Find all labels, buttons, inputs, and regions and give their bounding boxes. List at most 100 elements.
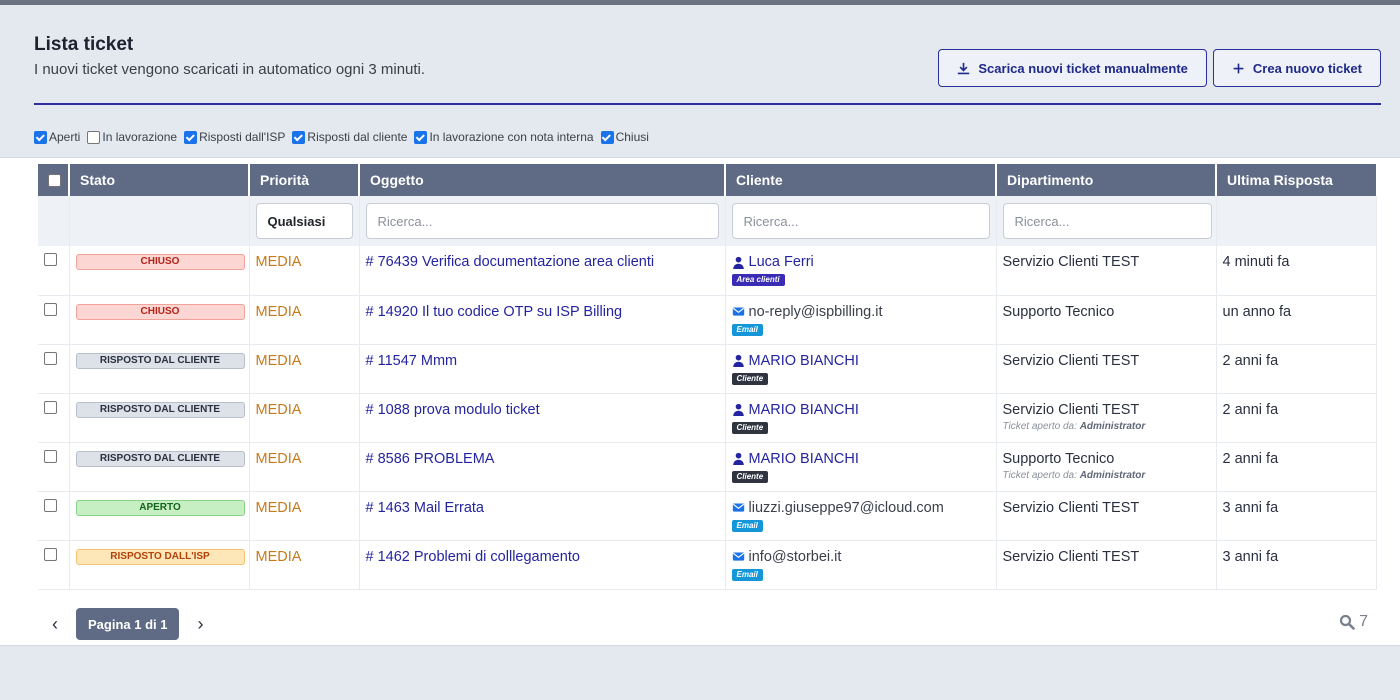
filter-in-lavorazione[interactable]: In lavorazione <box>87 130 177 144</box>
client-type-tag: Cliente <box>731 372 769 385</box>
department-value: Servizio Clienti TEST <box>1002 499 1140 516</box>
last-reply-value: 4 minuti fa <box>1222 254 1290 270</box>
select-all-checkbox[interactable] <box>48 173 61 187</box>
row-select-cell <box>38 491 70 541</box>
download-tickets-button[interactable]: Scarica nuovi ticket manualmente <box>938 49 1207 87</box>
priority-cell: MEDIA <box>249 393 360 443</box>
last-reply-value: 3 anni fa <box>1222 499 1279 516</box>
row-checkbox[interactable] <box>44 449 57 463</box>
client-link[interactable]: MARIO BIANCHI <box>732 451 990 467</box>
table-row[interactable]: CHIUSO MEDIA # 14920 Il tuo codice OTP su … <box>38 295 1377 345</box>
filter-chiusi-checkbox[interactable] <box>600 130 614 144</box>
row-select-cell <box>38 393 70 443</box>
table-row[interactable]: RISPOSTO DAL CLIENTE MEDIA # 8586 PROBLEMA… <box>38 442 1377 492</box>
download-icon <box>958 62 970 74</box>
page-indicator-button[interactable]: Pagina 1 di 1 <box>76 608 180 640</box>
last-reply-value: 3 anni fa <box>1222 548 1279 565</box>
filter-cell-ultima-risposta <box>1216 196 1377 246</box>
priority-value: MEDIA <box>255 548 302 565</box>
column-stato[interactable]: Stato <box>69 164 250 196</box>
ticket-subject-link[interactable]: # 1463 Mail Errata <box>366 500 484 516</box>
filter-risposti-isp-checkbox[interactable] <box>184 130 198 144</box>
user-icon <box>732 256 744 269</box>
row-checkbox[interactable] <box>44 253 57 266</box>
filter-in-lavorazione-label: In lavorazione <box>102 130 178 144</box>
table-row[interactable]: RISPOSTO DAL CLIENTE MEDIA # 11547 Mmm MARI… <box>38 344 1377 394</box>
filter-aperti[interactable]: Aperti <box>34 130 80 144</box>
client-type-tag: Cliente <box>731 421 769 434</box>
status-badge: RISPOSTO DAL CLIENTE <box>75 352 245 369</box>
department-search-input[interactable]: Ricerca... <box>1002 203 1212 239</box>
column-priorita[interactable]: Priorità <box>249 164 360 196</box>
ticket-subject-link[interactable]: # 14920 Il tuo codice OTP su ISP Billing <box>366 304 623 320</box>
client-type-tag: Email <box>731 568 763 581</box>
row-select-cell <box>38 246 70 296</box>
filter-risposti-cliente[interactable]: Risposti dal cliente <box>292 130 407 144</box>
priority-select[interactable]: Qualsiasi <box>255 203 353 239</box>
column-cliente[interactable]: Cliente <box>725 164 997 196</box>
subject-cell: # 11547 Mmm <box>359 344 726 394</box>
next-page-button[interactable]: › <box>193 614 207 635</box>
row-select-cell <box>38 442 70 492</box>
opened-by-label: Ticket aperto da: <box>1002 420 1077 432</box>
priority-cell: MEDIA <box>249 246 360 296</box>
user-icon <box>732 403 744 416</box>
column-oggetto[interactable]: Oggetto <box>359 164 726 196</box>
create-ticket-button[interactable]: Crea nuovo ticket <box>1212 49 1381 87</box>
last-reply-cell: 2 anni fa <box>1216 442 1377 492</box>
filter-aperti-checkbox[interactable] <box>34 130 47 144</box>
ticket-subject-link[interactable]: # 1462 Problemi di colllegamento <box>366 549 580 565</box>
filter-cell-oggetto: Ricerca... <box>359 196 726 246</box>
client-link[interactable]: MARIO BIANCHI <box>732 353 990 369</box>
ticket-subject-link[interactable]: # 76439 Verifica documentazione area cli… <box>366 254 655 270</box>
table-row[interactable]: RISPOSTO DAL CLIENTE MEDIA # 1088 prova mo… <box>38 393 1377 443</box>
row-checkbox[interactable] <box>44 400 57 414</box>
column-ultima-risposta[interactable]: Ultima Risposta <box>1216 164 1376 196</box>
header-divider <box>34 103 1381 105</box>
filter-nota-interna-checkbox[interactable] <box>414 130 428 144</box>
client-link[interactable]: Luca Ferri <box>732 254 990 270</box>
ticket-subject-link[interactable]: # 8586 PROBLEMA <box>366 451 495 467</box>
row-checkbox[interactable] <box>44 498 57 512</box>
client-link[interactable]: MARIO BIANCHI <box>732 402 990 418</box>
table-row[interactable]: CHIUSO MEDIA # 76439 Verifica documentazio… <box>38 246 1377 296</box>
status-cell: RISPOSTO DAL CLIENTE <box>69 344 250 394</box>
subject-search-input[interactable]: Ricerca... <box>365 203 719 239</box>
filter-risposti-cliente-checkbox[interactable] <box>292 130 306 144</box>
client-name: info@storbei.it <box>748 548 842 565</box>
filter-cell-stato <box>69 196 250 246</box>
client-search-input[interactable]: Ricerca... <box>731 203 990 239</box>
department-cell: Servizio Clienti TEST <box>996 344 1217 394</box>
create-ticket-label: Crea nuovo ticket <box>1252 60 1362 76</box>
row-select-cell <box>38 295 70 345</box>
client-type-tag: Email <box>731 323 763 336</box>
priority-value: MEDIA <box>255 499 302 516</box>
row-checkbox[interactable] <box>44 547 57 561</box>
ticket-subject-link[interactable]: # 11547 Mmm <box>366 353 458 369</box>
prev-page-button[interactable]: ‹ <box>48 614 62 635</box>
filter-in-lavorazione-checkbox[interactable] <box>87 130 101 144</box>
department-value: Supporto Tecnico <box>1002 450 1115 467</box>
filter-risposti-isp[interactable]: Risposti dall'ISP <box>184 130 285 144</box>
row-checkbox[interactable] <box>44 351 57 365</box>
ticket-subject-link[interactable]: # 1088 prova modulo ticket <box>366 402 540 418</box>
client-link[interactable]: liuzzi.giuseppe97@icloud.com <box>732 500 990 516</box>
priority-cell: MEDIA <box>249 442 360 492</box>
filter-nota-interna[interactable]: In lavorazione con nota interna <box>414 130 594 144</box>
last-reply-value: 2 anni fa <box>1222 450 1279 467</box>
priority-value: MEDIA <box>255 401 302 418</box>
column-dipartimento[interactable]: Dipartimento <box>996 164 1217 196</box>
table-row[interactable]: APERTO MEDIA # 1463 Mail Errata liuzzi.gius… <box>38 491 1377 541</box>
table-row[interactable]: RISPOSTO DALL'ISP MEDIA # 1462 Problemi di… <box>38 540 1377 590</box>
opened-by-value: Administrator <box>1079 420 1146 432</box>
client-link[interactable]: info@storbei.it <box>732 549 990 565</box>
result-count: 7 <box>1339 613 1368 631</box>
row-checkbox[interactable] <box>44 302 57 316</box>
client-cell: no-reply@ispbilling.it Email <box>725 295 997 345</box>
client-cell: liuzzi.giuseppe97@icloud.com Email <box>725 491 997 541</box>
department-value: Servizio Clienti TEST <box>1002 352 1140 369</box>
client-link[interactable]: no-reply@ispbilling.it <box>732 304 990 320</box>
filter-chiusi[interactable]: Chiusi <box>600 130 649 144</box>
priority-value: MEDIA <box>255 450 302 467</box>
pagination: ‹ Pagina 1 di 1 › <box>48 608 207 640</box>
